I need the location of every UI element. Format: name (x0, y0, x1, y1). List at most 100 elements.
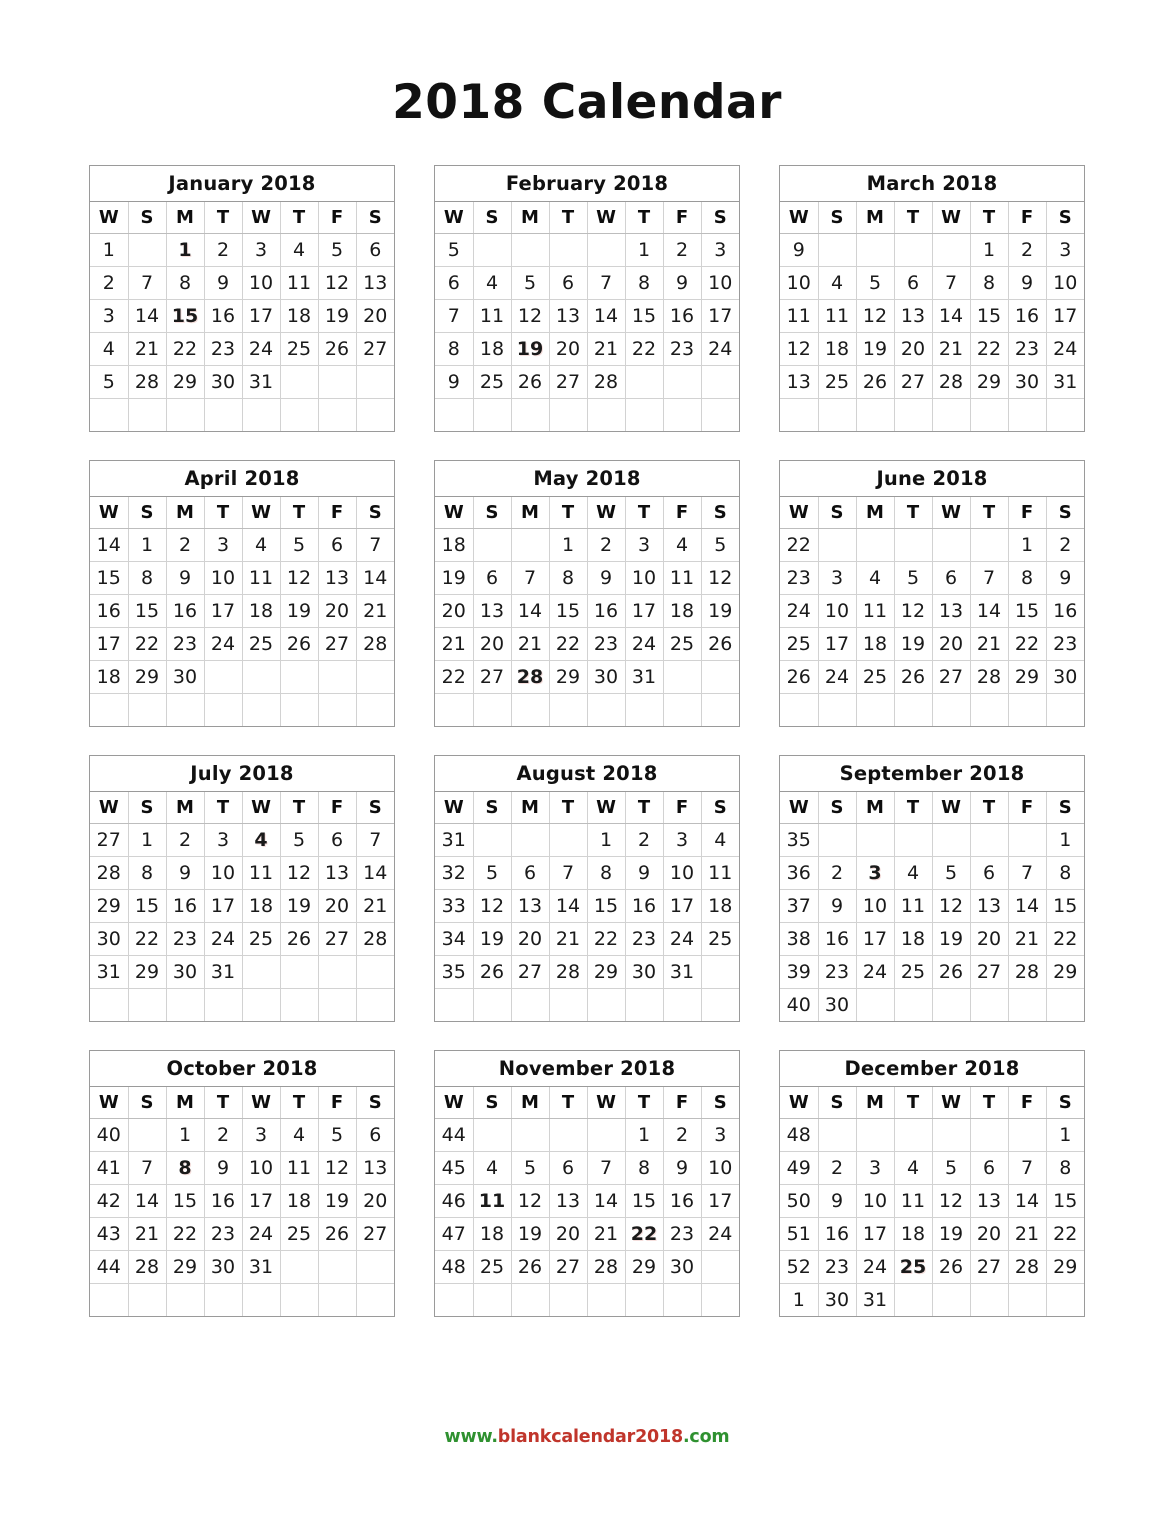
day-cell[interactable]: 28 (548, 954, 588, 989)
day-cell[interactable]: 8 (586, 855, 626, 890)
day-cell[interactable]: 15 (548, 593, 588, 628)
day-cell[interactable]: 1 (127, 822, 167, 857)
day-cell[interactable]: 10 (700, 1150, 739, 1185)
day-cell[interactable]: 25 (472, 364, 512, 399)
day-cell[interactable]: 2 (203, 1117, 243, 1152)
day-cell[interactable]: 4 (893, 1150, 933, 1185)
day-cell[interactable]: 27 (472, 659, 512, 694)
day-cell[interactable]: 4 (893, 855, 933, 890)
day-cell[interactable]: 26 (279, 921, 319, 956)
day-cell[interactable]: 16 (1007, 298, 1047, 333)
day-cell[interactable]: 19 (931, 921, 971, 956)
day-cell[interactable]: 8 (624, 1150, 664, 1185)
day-cell[interactable]: 19 (279, 593, 319, 628)
day-cell[interactable]: 19 (472, 921, 512, 956)
day-cell[interactable]: 9 (1045, 560, 1084, 595)
day-cell[interactable]: 1 (127, 527, 167, 562)
day-cell[interactable]: 24 (700, 1216, 739, 1251)
day-cell[interactable]: 3 (203, 822, 243, 857)
day-cell[interactable]: 17 (700, 298, 739, 333)
day-cell[interactable]: 12 (279, 560, 319, 595)
day-cell[interactable]: 23 (1007, 331, 1047, 366)
day-cell[interactable]: 12 (317, 265, 357, 300)
day-cell[interactable]: 18 (279, 1183, 319, 1218)
day-cell[interactable]: 30 (586, 659, 626, 694)
day-cell[interactable]: 29 (127, 954, 167, 989)
day-cell[interactable]: 8 (165, 265, 205, 300)
day-cell[interactable]: 24 (700, 331, 739, 366)
day-cell[interactable]: 23 (165, 626, 205, 661)
day-cell[interactable]: 10 (855, 1183, 895, 1218)
day-cell[interactable]: 12 (855, 298, 895, 333)
day-cell[interactable]: 1 (624, 232, 664, 267)
day-cell[interactable]: 25 (241, 626, 281, 661)
day-cell[interactable]: 8 (1045, 1150, 1084, 1185)
day-cell[interactable]: 17 (1045, 298, 1084, 333)
day-cell[interactable]: 1 (548, 527, 588, 562)
day-cell[interactable]: 6 (969, 1150, 1009, 1185)
day-cell[interactable]: 6 (317, 822, 357, 857)
day-cell[interactable]: 13 (969, 1183, 1009, 1218)
day-cell[interactable]: 16 (817, 1216, 857, 1251)
day-cell[interactable]: 1 (165, 232, 205, 267)
day-cell[interactable]: 4 (855, 560, 895, 595)
day-cell[interactable]: 18 (662, 593, 702, 628)
day-cell[interactable]: 15 (1045, 888, 1084, 923)
day-cell[interactable]: 3 (241, 1117, 281, 1152)
site-url[interactable]: www.blankcalendar2018.com (445, 1427, 730, 1447)
day-cell[interactable]: 12 (931, 888, 971, 923)
day-cell[interactable]: 23 (165, 921, 205, 956)
day-cell[interactable]: 8 (548, 560, 588, 595)
day-cell[interactable]: 7 (931, 265, 971, 300)
day-cell[interactable]: 14 (510, 593, 550, 628)
day-cell[interactable]: 4 (279, 1117, 319, 1152)
day-cell[interactable]: 15 (127, 888, 167, 923)
day-cell[interactable]: 14 (586, 298, 626, 333)
day-cell[interactable]: 20 (548, 331, 588, 366)
day-cell[interactable]: 26 (279, 626, 319, 661)
day-cell[interactable]: 28 (931, 364, 971, 399)
day-cell[interactable]: 7 (1007, 855, 1047, 890)
day-cell[interactable]: 19 (317, 1183, 357, 1218)
day-cell[interactable]: 10 (203, 855, 243, 890)
day-cell[interactable]: 20 (969, 921, 1009, 956)
day-cell[interactable]: 3 (817, 560, 857, 595)
day-cell[interactable]: 7 (548, 855, 588, 890)
day-cell[interactable]: 4 (472, 1150, 512, 1185)
day-cell[interactable]: 23 (586, 626, 626, 661)
day-cell[interactable]: 13 (355, 265, 394, 300)
day-cell[interactable]: 3 (662, 822, 702, 857)
day-cell[interactable]: 29 (1045, 954, 1084, 989)
day-cell[interactable]: 22 (165, 331, 205, 366)
day-cell[interactable]: 12 (317, 1150, 357, 1185)
day-cell[interactable]: 30 (624, 954, 664, 989)
day-cell[interactable]: 31 (855, 1282, 895, 1317)
day-cell[interactable]: 20 (317, 888, 357, 923)
day-cell[interactable]: 13 (893, 298, 933, 333)
day-cell[interactable]: 13 (355, 1150, 394, 1185)
day-cell[interactable]: 11 (662, 560, 702, 595)
day-cell[interactable]: 1 (1045, 1117, 1084, 1152)
day-cell[interactable]: 10 (662, 855, 702, 890)
day-cell[interactable]: 9 (624, 855, 664, 890)
day-cell[interactable]: 26 (510, 1249, 550, 1284)
day-cell[interactable]: 7 (510, 560, 550, 595)
day-cell[interactable]: 15 (127, 593, 167, 628)
day-cell[interactable]: 26 (317, 331, 357, 366)
day-cell[interactable]: 17 (203, 593, 243, 628)
day-cell[interactable]: 19 (317, 298, 357, 333)
day-cell[interactable]: 2 (165, 822, 205, 857)
day-cell[interactable]: 11 (241, 560, 281, 595)
day-cell[interactable]: 18 (241, 593, 281, 628)
day-cell[interactable]: 20 (317, 593, 357, 628)
day-cell[interactable]: 27 (317, 921, 357, 956)
day-cell[interactable]: 15 (1045, 1183, 1084, 1218)
day-cell[interactable]: 27 (510, 954, 550, 989)
day-cell[interactable]: 19 (855, 331, 895, 366)
day-cell[interactable]: 13 (969, 888, 1009, 923)
day-cell[interactable]: 14 (127, 1183, 167, 1218)
day-cell[interactable]: 11 (279, 1150, 319, 1185)
day-cell[interactable]: 12 (700, 560, 739, 595)
day-cell[interactable]: 12 (510, 1183, 550, 1218)
day-cell[interactable]: 18 (472, 331, 512, 366)
